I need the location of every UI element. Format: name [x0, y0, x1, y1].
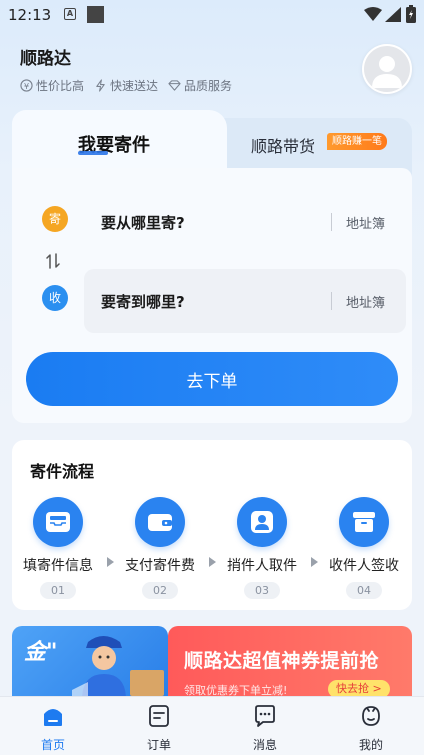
- feature-list: ¥ 性价比高 快速送达 品质服务: [20, 77, 232, 94]
- divider: [331, 292, 332, 310]
- process-step-pay: 支付寄件费 02: [114, 497, 206, 599]
- feature-label: 品质服务: [184, 79, 233, 93]
- step-icon-circle: [237, 497, 287, 547]
- sender-address-book-link[interactable]: 地址簿: [346, 213, 385, 232]
- coin-icon: ¥: [20, 79, 33, 92]
- signal-icon: [385, 7, 401, 22]
- promo-banner-left[interactable]: 金": [12, 626, 168, 696]
- step-arrow-icon: [107, 557, 114, 567]
- default-avatar-icon: [364, 46, 410, 92]
- step-label: 捎件人取件: [227, 558, 297, 574]
- banner-subtitle: 领取优惠券下单立减!: [184, 684, 288, 696]
- sender-address-field[interactable]: 要从哪里寄? 地址簿: [84, 190, 406, 254]
- feature-label: 性价比高: [36, 79, 85, 93]
- promo-banner-right[interactable]: 顺路达超值神券提前抢 领取优惠券下单立减! 快去抢 >: [168, 626, 412, 696]
- message-icon: [255, 705, 275, 727]
- step-number: 02: [142, 582, 178, 599]
- tab-carry[interactable]: 顺路带货: [251, 133, 315, 157]
- svg-text:¥: ¥: [24, 81, 29, 91]
- nav-orders[interactable]: 订单: [129, 704, 189, 753]
- battery-icon: [406, 5, 416, 23]
- status-bar: 12:13 A: [0, 0, 424, 30]
- notification-square-icon: [87, 6, 104, 23]
- nav-label: 我的: [358, 738, 383, 752]
- step-number: 04: [346, 582, 382, 599]
- banner-left-text: 金": [24, 640, 58, 665]
- lightning-icon: [96, 79, 105, 92]
- nav-profile[interactable]: 我的: [341, 704, 401, 753]
- bottom-nav: 首页 订单 消息 我的: [0, 696, 424, 755]
- grab-coupon-button[interactable]: 快去抢 >: [328, 680, 390, 696]
- app-title: 顺路达: [20, 49, 71, 69]
- step-arrow-icon: [209, 557, 216, 567]
- send-card: 我要寄件 顺路带货 顺路赚一笔 寄 收 要从哪里寄? 地址簿 要寄到哪里? 地址…: [12, 110, 412, 423]
- banner-title: 顺路达超值神券提前抢: [184, 650, 380, 672]
- receiver-address-book-link[interactable]: 地址簿: [346, 292, 385, 311]
- wallet-icon: [148, 514, 172, 531]
- diamond-icon: [168, 80, 181, 91]
- feature-fast: 快速送达: [94, 77, 158, 94]
- feature-label: 快速送达: [110, 79, 159, 93]
- feature-value: ¥ 性价比高: [20, 77, 84, 94]
- step-icon-circle: [339, 497, 389, 547]
- carry-badge: 顺路赚一笔: [327, 133, 387, 150]
- nav-messages[interactable]: 消息: [235, 704, 295, 753]
- swap-icon[interactable]: [45, 252, 61, 270]
- step-icon-circle: [33, 497, 83, 547]
- nav-label: 订单: [146, 738, 171, 752]
- home-icon: [44, 709, 62, 726]
- step-number: 01: [40, 582, 76, 599]
- step-icon-circle: [135, 497, 185, 547]
- package-icon: [353, 512, 375, 532]
- sender-address-placeholder: 要从哪里寄?: [101, 214, 185, 232]
- nav-home[interactable]: 首页: [23, 704, 83, 753]
- step-label: 收件人签收: [329, 558, 399, 574]
- process-title: 寄件流程: [30, 462, 95, 481]
- status-time: 12:13: [8, 6, 52, 24]
- step-label: 填寄件信息: [23, 558, 93, 574]
- nav-label: 首页: [40, 738, 65, 752]
- feature-quality: 品质服务: [168, 77, 232, 94]
- avatar[interactable]: [362, 44, 412, 94]
- step-number: 03: [244, 582, 280, 599]
- receiver-address-placeholder: 要寄到哪里?: [101, 293, 185, 311]
- place-order-button[interactable]: 去下单: [26, 352, 398, 406]
- process-step-pickup: 捎件人取件 03: [216, 497, 308, 599]
- process-card: 寄件流程 填寄件信息 01 支付寄件费 02 捎件人取件 03 收件人签收 04: [12, 440, 412, 610]
- divider: [331, 213, 332, 231]
- receiver-address-field[interactable]: 要寄到哪里? 地址簿: [84, 269, 406, 333]
- notification-a-icon: A: [64, 8, 76, 20]
- process-step-fill-info: 填寄件信息 01: [12, 497, 104, 599]
- order-icon: [149, 705, 169, 727]
- courier-mascot-icon: [72, 636, 164, 696]
- send-badge: 寄: [42, 206, 68, 232]
- nav-label: 消息: [252, 738, 277, 752]
- inbox-icon: [46, 512, 70, 532]
- profile-icon: [362, 706, 380, 726]
- process-step-sign: 收件人签收 04: [318, 497, 410, 599]
- step-label: 支付寄件费: [125, 558, 195, 574]
- tab-active-indicator: [78, 151, 108, 155]
- wifi-icon: [364, 7, 382, 21]
- courier-icon: [251, 511, 273, 533]
- receive-badge: 收: [42, 285, 68, 311]
- step-arrow-icon: [311, 557, 318, 567]
